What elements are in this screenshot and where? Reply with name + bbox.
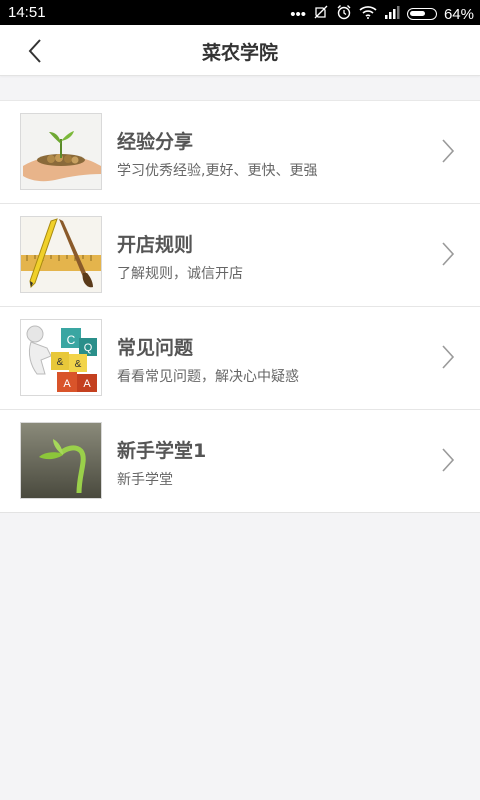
sprout-image	[20, 422, 102, 499]
list-item-experience-sharing[interactable]: 经验分享 学习优秀经验,更好、更快、更强	[0, 101, 480, 204]
page-title: 菜农学院	[201, 42, 278, 64]
list-item-store-rules[interactable]: 开店规则 了解规则，诚信开店	[0, 204, 480, 307]
item-subtitle: 新手学堂	[117, 472, 173, 488]
svg-text:&: &	[57, 357, 64, 368]
chevron-right-icon	[442, 345, 455, 369]
status-bar: 14:51 ••• 64%	[0, 0, 480, 25]
status-time: 14:51	[8, 4, 46, 21]
list-item-faq[interactable]: C Q & & A A 常见问题 看看常见问题，解决心中疑惑	[0, 307, 480, 410]
chevron-right-icon	[442, 448, 455, 472]
svg-text:Q: Q	[84, 342, 93, 354]
item-title: 常见问题	[117, 337, 194, 359]
seedling-in-hand-image	[20, 113, 102, 190]
alarm-icon	[336, 4, 352, 24]
chevron-right-icon	[442, 139, 455, 163]
svg-text:A: A	[83, 378, 91, 390]
top-navigation-bar: 菜农学院	[0, 25, 480, 76]
svg-text:&: &	[75, 359, 82, 370]
status-icons: ••• 64%	[290, 4, 474, 24]
item-title: 开店规则	[117, 234, 194, 256]
list-item-beginner-class[interactable]: 新手学堂1 新手学堂	[0, 410, 480, 512]
item-title: 经验分享	[117, 131, 194, 153]
battery-icon	[406, 8, 437, 20]
more-notifications-icon: •••	[290, 5, 306, 23]
vibrate-off-icon	[313, 4, 329, 24]
svg-text:A: A	[63, 378, 71, 390]
battery-fill	[409, 11, 425, 16]
svg-text:C: C	[67, 333, 76, 347]
signal-icon	[384, 5, 400, 23]
item-subtitle: 了解规则，诚信开店	[117, 266, 243, 282]
chevron-right-icon	[442, 242, 455, 266]
qa-blocks-image: C Q & & A A	[20, 319, 102, 396]
battery-percent: 64%	[443, 5, 474, 23]
pencil-brush-ruler-image	[20, 216, 102, 293]
item-subtitle: 学习优秀经验,更好、更快、更强	[117, 163, 318, 179]
menu-list: 经验分享 学习优秀经验,更好、更快、更强 开店规则 了解规则，诚信开店 C Q …	[0, 100, 480, 513]
item-subtitle: 看看常见问题，解决心中疑惑	[117, 369, 299, 385]
wifi-icon	[359, 5, 377, 23]
item-title: 新手学堂1	[117, 440, 207, 462]
